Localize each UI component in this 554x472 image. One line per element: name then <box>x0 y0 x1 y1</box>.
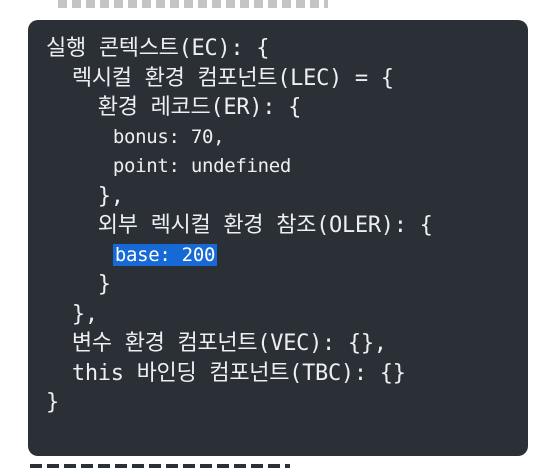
code-line: } <box>97 272 111 297</box>
bottom-dashed-divider <box>30 464 290 468</box>
code-line: 렉시컬 환경 컴포넌트(LEC) = { <box>71 65 394 91</box>
code-line: 외부 렉시컬 환경 참조(OLER): { <box>97 213 433 238</box>
code-line: }, <box>71 301 98 327</box>
code-line: 변수 환경 컴포넌트(VEC): {}, <box>71 331 387 356</box>
selected-text[interactable]: base: 200 <box>112 243 218 266</box>
code-line-highlighted: base: 200 <box>46 241 528 271</box>
code-line: bonus: 70, <box>112 125 225 148</box>
code-line: 실행 콘텍스트(EC): { <box>46 36 270 61</box>
top-dashed-edge <box>58 0 328 8</box>
code-line: point: undefined <box>112 155 292 177</box>
code-line: this 바인딩 컴포넌트(TBC): {} <box>71 360 406 386</box>
screenshot-stage: 실행 콘텍스트(EC): { 렉시컬 환경 컴포넌트(LEC) = { 환경 레… <box>0 0 554 472</box>
code-line: }, <box>97 183 124 209</box>
code-block[interactable]: 실행 콘텍스트(EC): { 렉시컬 환경 컴포넌트(LEC) = { 환경 레… <box>28 20 528 456</box>
code-line: } <box>46 390 59 415</box>
code-line: 환경 레코드(ER): { <box>97 95 302 120</box>
